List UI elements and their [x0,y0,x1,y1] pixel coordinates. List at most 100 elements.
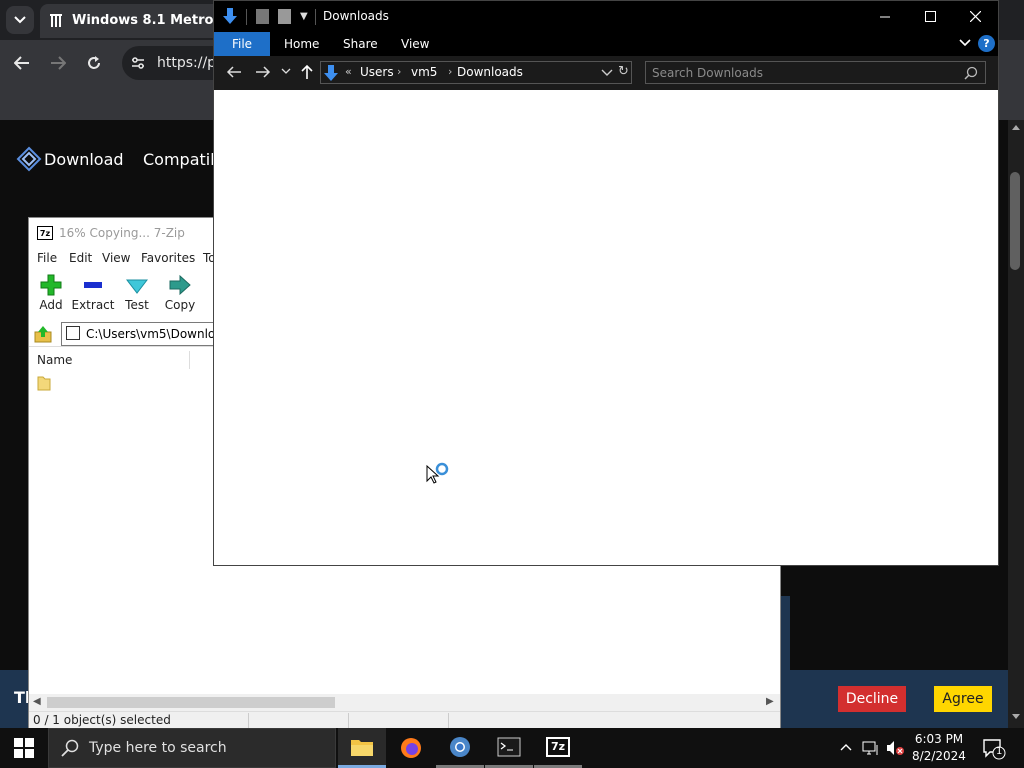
explorer-title-bar[interactable]: ▼ Downloads [214,1,998,32]
scrollbar-thumb[interactable] [47,697,335,708]
close-button[interactable] [952,1,998,32]
new-folder-icon[interactable] [278,9,291,24]
back-button[interactable] [11,52,33,74]
recent-locations-icon[interactable] [281,68,291,76]
scroll-down-icon[interactable] [1012,714,1020,720]
refresh-icon[interactable]: ↻ [618,64,629,79]
plus-icon [40,274,62,296]
add-button-label: Add [39,298,63,312]
explorer-search-input[interactable] [652,64,952,81]
folder-icon [351,739,373,756]
maximize-button[interactable] [907,1,953,32]
minimize-icon [880,16,890,17]
taskbar-chrome[interactable] [436,728,484,768]
site-nav-download[interactable]: Download [44,150,124,169]
taskbar-search-box[interactable]: Type here to search [48,728,336,768]
chevron-down-icon[interactable] [601,66,613,78]
clock-time: 6:03 PM [914,732,964,746]
minimize-button[interactable] [862,1,908,32]
toolbar-separator [315,9,316,25]
taskbar-file-explorer[interactable] [338,728,386,768]
agree-button[interactable]: Agree [934,686,992,712]
chevron-up-icon[interactable] [839,740,853,754]
chevron-right-icon[interactable]: › [397,65,401,78]
menu-file[interactable]: File [37,251,57,265]
scroll-left-icon[interactable]: ◀ [33,696,41,707]
chevron-down-icon [14,16,26,24]
breadcrumb-users[interactable]: Users [360,65,394,79]
extract-button-label: Extract [71,298,115,312]
tab-view[interactable]: View [401,37,429,51]
breadcrumb-vm5[interactable]: vm5 [411,65,437,79]
tab-share[interactable]: Share [343,37,378,51]
taskbar-7zip[interactable]: 7z [534,728,582,768]
toolbar-separator [246,9,247,25]
taskbar-clock[interactable]: 6:03 PM 8/2/2024 [908,731,970,765]
status-separator [348,713,349,728]
scroll-right-icon[interactable]: ▶ [766,696,774,707]
tab-file[interactable]: File [214,32,270,56]
site-nav-compatibility[interactable]: Compatib [143,150,220,169]
download-arrow-icon [223,8,237,24]
checkmark-icon [126,279,148,294]
breadcrumb-overflow[interactable]: « [345,65,352,78]
start-button[interactable] [0,728,48,768]
explorer-address-bar[interactable]: « Users › vm5 › Downloads ↻ [320,61,632,84]
search-icon [61,739,79,757]
scroll-up-icon[interactable] [1012,124,1020,130]
notification-count: 1 [996,746,1003,757]
column-header-name[interactable]: Name [37,353,72,367]
decline-button[interactable]: Decline [838,686,906,712]
firefox-icon [401,738,421,758]
7zip-status-bar: 0 / 1 object(s) selected [29,711,780,728]
scrollbar-thumb[interactable] [1010,172,1020,270]
chevron-right-icon[interactable]: › [448,65,452,78]
site-settings-icon [132,57,144,69]
folder-up-icon[interactable] [33,324,53,344]
taskbar-firefox[interactable] [387,728,435,768]
reload-button[interactable] [83,52,105,74]
terminal-icon [497,737,521,756]
help-button[interactable]: ? [978,35,995,52]
arrow-left-icon [14,56,29,70]
test-button[interactable]: Test [115,272,159,314]
maximize-icon [924,11,936,22]
explorer-window-title: Downloads [323,9,389,23]
arrow-left-icon[interactable] [226,64,242,80]
folder-icon[interactable] [37,375,51,391]
breadcrumb-downloads[interactable]: Downloads [457,65,523,79]
taskbar-terminal[interactable] [485,728,533,768]
7zip-horizontal-scrollbar[interactable]: ◀ ▶ [29,694,780,711]
explorer-search-box[interactable] [645,61,986,84]
tab-search-button[interactable] [6,6,34,34]
chevron-down-icon[interactable] [958,35,972,51]
7zip-app-icon: 7z [37,226,53,240]
notification-center-button[interactable]: 1 [982,738,1006,760]
customize-quick-access-icon[interactable]: ▼ [300,11,308,22]
taskbar: Type here to search 7z 6:03 PM 8/2/2024 … [0,728,1024,768]
menu-favorites[interactable]: Favorites [141,251,195,265]
tab-home[interactable]: Home [284,37,319,51]
arrow-right-icon[interactable] [255,64,271,80]
search-icon[interactable] [964,66,978,80]
7zip-icon: 7z [546,736,570,757]
column-separator[interactable] [189,351,190,369]
extract-button[interactable]: Extract [71,272,115,314]
chrome-icon [450,736,470,757]
site-favicon-icon [50,14,62,27]
menu-edit[interactable]: Edit [69,251,92,265]
page-scrollbar[interactable] [1008,120,1024,728]
menu-view[interactable]: View [102,251,130,265]
explorer-navigation-bar: « Users › vm5 › Downloads ↻ [214,56,998,90]
arrow-up-icon[interactable] [300,64,314,80]
properties-icon[interactable] [256,9,269,24]
explorer-content-area[interactable] [214,90,998,565]
browser-tab[interactable]: Windows 8.1 Metro Apps : [40,4,264,38]
copy-button-label: Copy [164,298,196,312]
add-button[interactable]: Add [29,272,73,314]
forward-button[interactable] [47,52,69,74]
network-icon[interactable] [862,740,880,756]
selection-status: 0 / 1 object(s) selected [33,713,171,727]
copy-button[interactable]: Copy [158,272,202,314]
volume-muted-icon[interactable] [886,740,904,756]
